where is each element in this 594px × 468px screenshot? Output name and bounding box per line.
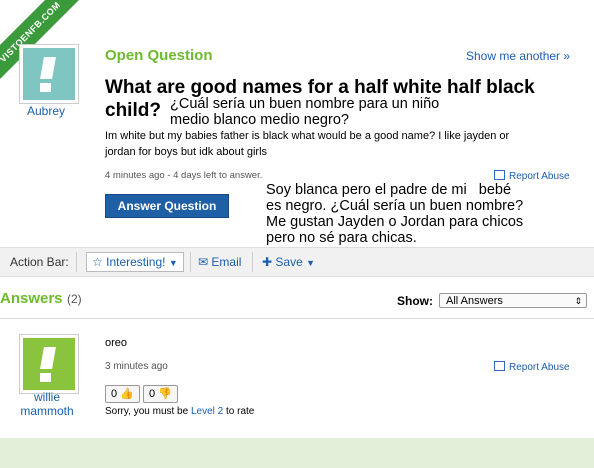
action-bar: Action Bar: ☆ Interesting! ▼ ✉ Email ✚ S… — [0, 247, 594, 277]
asker-avatar-image — [23, 48, 75, 100]
flag-icon — [494, 170, 505, 180]
report-abuse-question[interactable]: Report Abuse — [494, 170, 570, 182]
question-details-line1: Im white but my babies father is black w… — [105, 130, 510, 142]
email-button[interactable]: ✉ Email — [198, 255, 241, 269]
details-translation: Soy blanca pero el padre de mi bebé es n… — [266, 182, 524, 246]
answer-time: 3 minutes ago — [105, 361, 168, 372]
title-translation: ¿Cuál sería un buen nombre para un niño … — [170, 96, 440, 128]
divider — [0, 318, 594, 319]
thumbs-down-icon: 👎 — [158, 388, 172, 400]
chevron-updown-icon: ⇕ — [574, 296, 582, 306]
question-meta: 4 minutes ago - 4 days left to answer. — [105, 170, 263, 181]
answerer-avatar[interactable] — [19, 334, 79, 394]
asker-name[interactable]: Aubrey — [23, 104, 69, 118]
plus-icon: ✚ — [262, 255, 273, 269]
answer-text: oreo — [105, 337, 128, 349]
answers-filter-select[interactable]: All Answers ⇕ — [439, 293, 587, 308]
star-icon: ☆ — [92, 255, 103, 269]
level-2-link[interactable]: Level 2 — [191, 406, 223, 417]
answerer-avatar-image — [23, 338, 75, 390]
question-details-line2: jordan for boys but idk about girls — [105, 146, 268, 158]
chevron-down-icon: ▼ — [168, 258, 178, 268]
asker-avatar[interactable] — [19, 44, 79, 104]
show-another-link[interactable]: Show me another » — [466, 49, 570, 63]
report-abuse-answer[interactable]: Report Abuse — [494, 361, 570, 373]
email-icon: ✉ — [198, 255, 209, 269]
thumbs-up-button[interactable]: 0 👍 — [105, 385, 140, 403]
interesting-button[interactable]: ☆ Interesting! ▼ — [86, 252, 184, 272]
answerer-name[interactable]: willie mammoth — [14, 390, 80, 418]
thumbs-up-icon: 👍 — [120, 388, 134, 400]
action-bar-label: Action Bar: — [10, 255, 69, 269]
footer-strip — [0, 438, 594, 468]
save-button[interactable]: ✚ Save ▼ — [262, 255, 315, 269]
rate-note: Sorry, you must be Level 2 to rate — [105, 406, 255, 417]
flag-icon — [494, 361, 505, 371]
answer-question-button[interactable]: Answer Question — [105, 194, 229, 218]
show-label: Show: — [397, 294, 433, 308]
question-title-line2: child? — [105, 100, 161, 121]
answers-heading: Answers (2) — [0, 290, 82, 307]
thumbs-down-button[interactable]: 0 👎 — [143, 385, 178, 403]
question-status: Open Question — [105, 47, 213, 64]
chevron-down-icon: ▼ — [306, 258, 316, 268]
